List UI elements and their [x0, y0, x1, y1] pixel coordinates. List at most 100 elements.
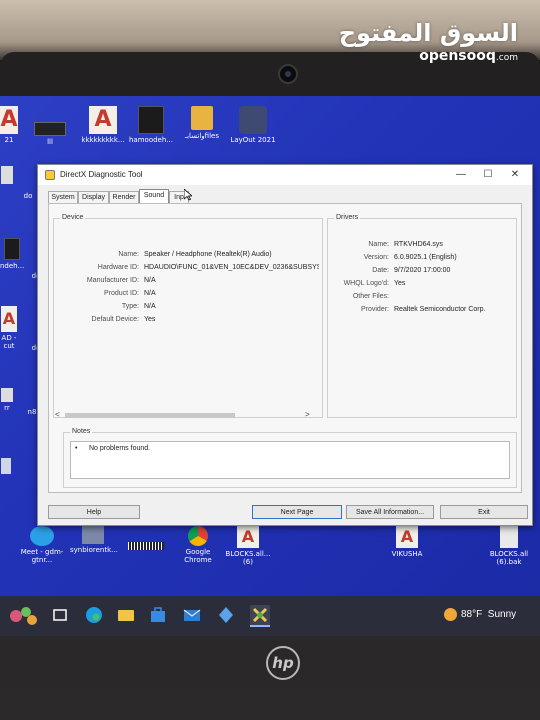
desktop-icon-label: cut — [3, 342, 15, 350]
field-label: Other Files: — [352, 293, 389, 300]
notes-group: Notes • No problems found. — [63, 428, 517, 488]
desktop-icon[interactable]: A BLOCKS.all... (6) — [224, 526, 272, 566]
desktop-icon[interactable] — [126, 542, 166, 552]
watermark-brand-name: opensooq — [419, 48, 496, 64]
scroll-left-arrow[interactable]: < — [55, 410, 60, 420]
desktop-icon[interactable]: واتسابـfiles — [180, 106, 224, 140]
desktop-icon[interactable]: A VIKUSHA — [384, 526, 430, 558]
weather-condition: Sunny — [487, 609, 517, 621]
tab-system[interactable]: System — [48, 191, 78, 203]
flower-widget-icon[interactable] — [6, 602, 40, 630]
edge-browser-icon — [30, 526, 54, 546]
field-label: Name: — [368, 241, 389, 248]
dxdiag-taskbar-icon[interactable] — [250, 605, 270, 627]
desktop-screen: A 21 lll A kkkkkkkkk... hamoodeh... واتس… — [0, 96, 540, 636]
field-value: N/A — [144, 290, 156, 297]
field-value: Yes — [394, 280, 406, 287]
desktop-icon[interactable]: lll — [34, 122, 66, 146]
field-label: Default Device: — [91, 316, 139, 323]
help-button[interactable]: Help — [48, 505, 140, 519]
file-icon — [1, 388, 13, 402]
desktop-icon[interactable]: ndeh... — [0, 238, 24, 270]
device-scrollbar[interactable]: < > — [53, 410, 315, 420]
opensooq-watermark: السوق المفتوح opensooq.com — [339, 20, 518, 66]
folder-icon — [191, 106, 213, 130]
bullet-icon: • — [75, 445, 78, 452]
bak-file-icon — [500, 526, 518, 548]
tab-sound[interactable]: Sound — [139, 189, 169, 203]
sun-icon — [444, 608, 457, 621]
notes-box: • No problems found. — [70, 441, 510, 479]
next-page-button[interactable]: Next Page — [252, 505, 342, 519]
dxdiag-window: DirectX Diagnostic Tool — ☐ ✕ System Dis… — [37, 164, 533, 526]
close-button[interactable]: ✕ — [502, 167, 528, 183]
desktop-icon[interactable]: A 21 — [0, 106, 18, 144]
field-value: N/A — [144, 277, 156, 284]
tab-render[interactable]: Render — [109, 191, 139, 203]
field-label: Product ID: — [103, 290, 139, 297]
window-thumbnail-icon — [34, 122, 66, 136]
weather-temp: 88°F — [461, 609, 483, 621]
task-view-icon[interactable] — [50, 605, 70, 625]
field-label: Date: — [372, 267, 389, 274]
desktop-icon[interactable]: synbiorentk... — [70, 526, 118, 554]
dxdiag-app-icon — [45, 170, 55, 180]
scroll-thumb[interactable] — [65, 413, 235, 418]
minimize-button[interactable]: — — [448, 167, 474, 183]
edge-icon[interactable] — [84, 605, 104, 625]
desktop-icon-label: BLOCKS.all... (6) — [225, 550, 271, 566]
mouse-cursor-icon — [184, 189, 192, 201]
desktop-icon[interactable]: hamoodeh... — [128, 106, 174, 144]
desktop-icon[interactable]: Meet - gdm-gtnr... — [20, 526, 64, 564]
field-label: Name: — [118, 251, 139, 258]
desktop-icon[interactable]: BLOCKS.all (6).bak — [484, 526, 534, 566]
watermark-arabic: السوق المفتوح — [338, 19, 518, 47]
field-label: Hardware ID: — [97, 264, 139, 271]
field-label: WHQL Logo'd: — [343, 280, 389, 287]
desktop-icon-label: Meet - gdm-gtnr... — [20, 548, 64, 564]
file-icon — [82, 526, 104, 544]
desktop-icon[interactable]: A kkkkkkkkk... — [80, 106, 126, 144]
desktop-icon[interactable]: do — [18, 192, 38, 200]
window-titlebar[interactable]: DirectX Diagnostic Tool — ☐ ✕ — [38, 165, 532, 185]
file-explorer-icon[interactable] — [116, 605, 136, 625]
save-all-information-button[interactable]: Save All Information... — [346, 505, 434, 519]
store-icon[interactable] — [148, 605, 168, 625]
field-value: RTKVHD64.sys — [394, 241, 443, 248]
device-heading: Device — [60, 214, 86, 221]
desktop-icon-label: Google Chrome — [184, 548, 212, 564]
field-label: Provider: — [360, 306, 389, 313]
app-icon[interactable] — [216, 605, 236, 625]
window-title: DirectX Diagnostic Tool — [60, 170, 143, 179]
desktop-icon[interactable]: rr — [0, 388, 14, 412]
desktop-icon[interactable] — [0, 166, 14, 186]
maximize-button[interactable]: ☐ — [475, 167, 501, 183]
scroll-right-arrow[interactable]: > — [305, 410, 310, 420]
desktop-icon-label: VIKUSHA — [391, 550, 423, 558]
desktop-icon-label: n8 — [27, 408, 37, 416]
field-value: 6.0.9025.1 (English) — [394, 254, 457, 261]
field-value: HDAUDIO\FUNC_01&VEN_10EC&DEV_0236&SUBSYS… — [144, 264, 319, 271]
weather-widget[interactable]: 88°F Sunny — [444, 608, 516, 621]
sound-panel: Device Drivers Name: Speaker / Headphone… — [48, 203, 522, 493]
file-thumbnail-icon — [4, 238, 20, 260]
tab-display[interactable]: Display — [78, 191, 109, 203]
desktop-icon[interactable]: LayOut 2021 — [230, 106, 276, 144]
notes-item-text: No problems found. — [89, 445, 151, 452]
field-label: Type: — [121, 303, 139, 310]
exit-button[interactable]: Exit — [440, 505, 528, 519]
desktop-icon[interactable]: Google Chrome — [178, 526, 218, 564]
webcam — [278, 64, 298, 84]
notes-heading: Notes — [70, 428, 93, 435]
layout-app-icon — [239, 106, 267, 134]
watermark-brand: opensooq.com — [339, 48, 518, 66]
field-value: Yes — [144, 316, 156, 323]
mail-icon[interactable] — [182, 605, 202, 625]
hp-logo: hp — [266, 646, 300, 680]
desktop-icon[interactable]: A AD - cut — [0, 306, 18, 350]
autocad-icon: A — [396, 526, 418, 548]
file-icon — [1, 166, 13, 184]
desktop-icon-label: synbiorentk... — [70, 546, 118, 554]
autocad-icon: A — [237, 526, 259, 548]
desktop-icon[interactable] — [0, 458, 12, 476]
